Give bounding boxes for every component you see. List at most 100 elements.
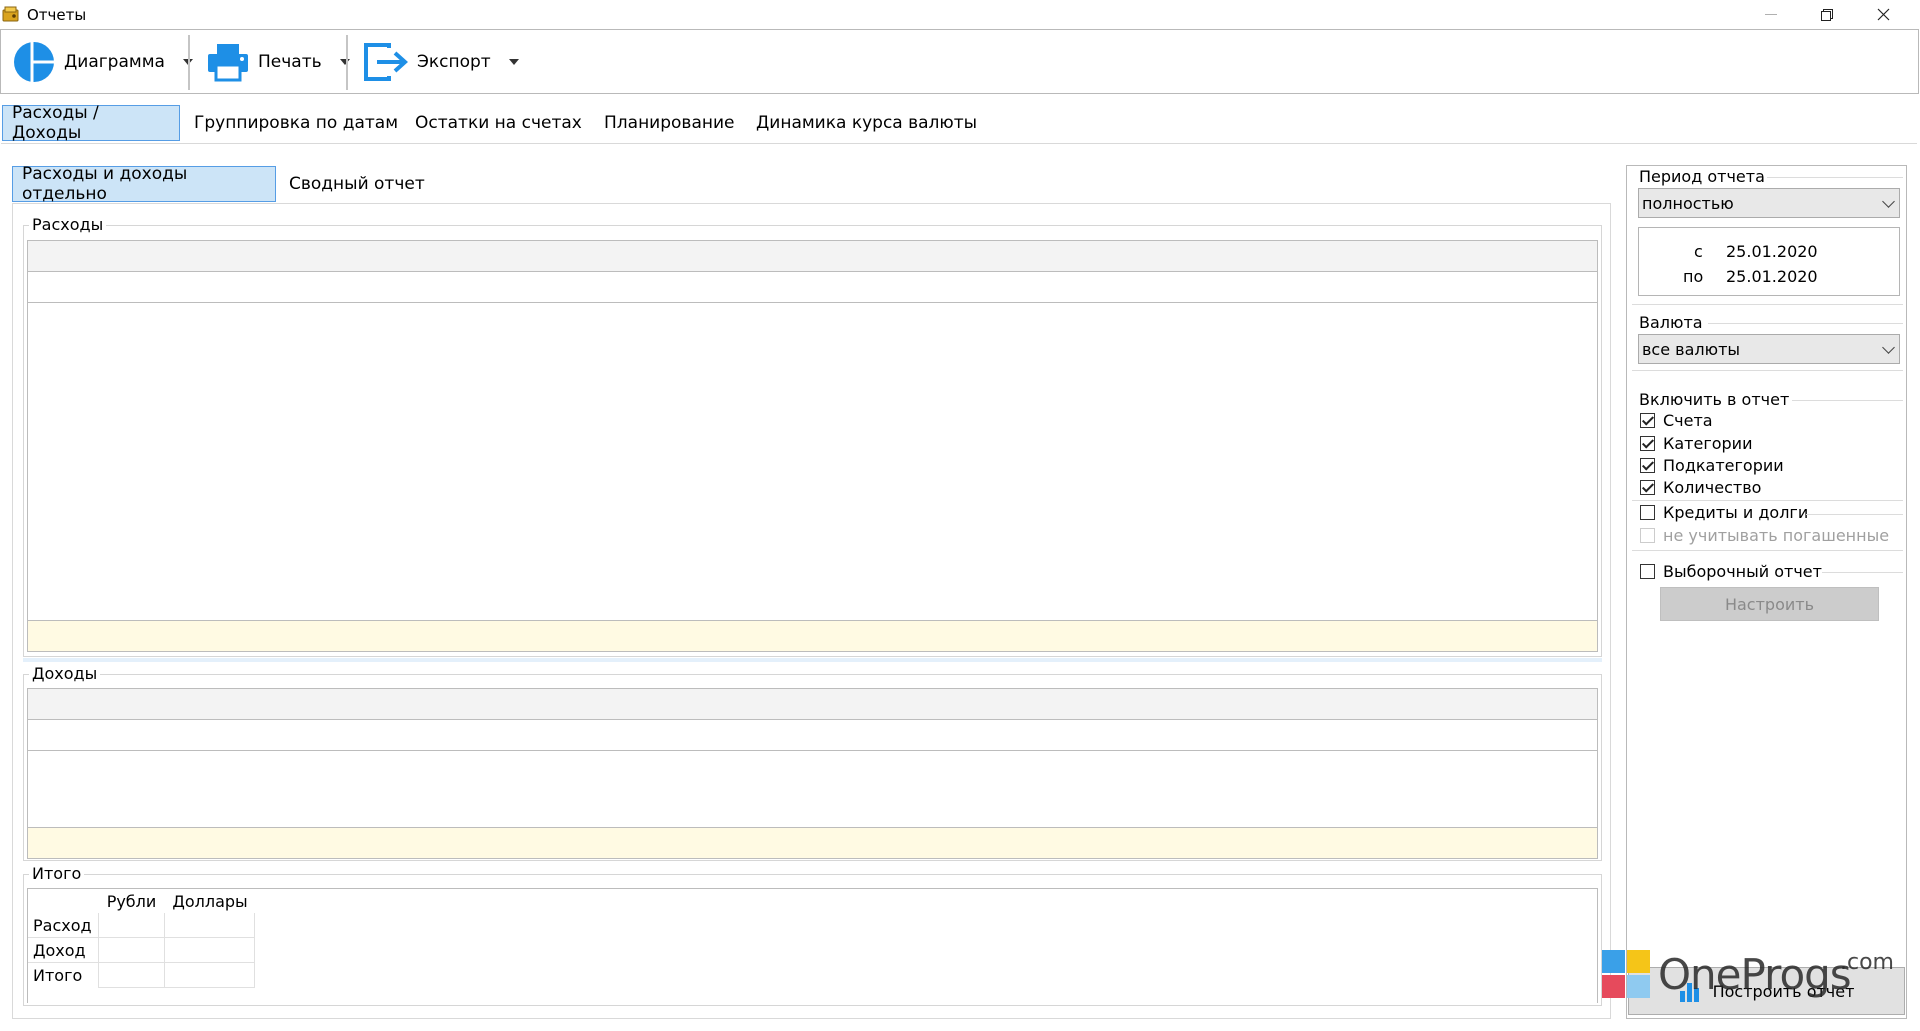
checkbox-label: Количество [1663, 478, 1762, 497]
checkbox-icon [1640, 436, 1655, 451]
expenses-grid-header [27, 240, 1598, 272]
checkbox-categories[interactable]: Категории [1640, 434, 1752, 453]
tab-label: Остатки на счетах [415, 113, 582, 133]
checkbox-subcategories[interactable]: Подкатегории [1640, 456, 1784, 475]
separator [1632, 550, 1903, 551]
totals-col-header: Рубли [106, 891, 157, 911]
expenses-total-row [27, 620, 1598, 652]
app-wallet-icon [2, 6, 19, 22]
toolbar: Диаграмма Печать Экспорт [0, 29, 1919, 94]
date-range-box: с 25.01.2020 по 25.01.2020 [1638, 227, 1900, 296]
checkbox-icon [1640, 480, 1655, 495]
checkbox-icon [1640, 413, 1655, 428]
print-dropdown-arrow-icon[interactable] [339, 59, 350, 65]
expenses-grid-row[interactable] [27, 272, 1598, 303]
income-total-row [27, 827, 1598, 859]
income-group-label: Доходы [29, 664, 101, 683]
totals-cell [165, 913, 255, 938]
chart-button[interactable]: Диаграмма [12, 38, 193, 86]
expenses-group-label: Расходы [29, 215, 107, 234]
export-icon [364, 43, 408, 81]
printer-icon [208, 44, 248, 82]
checkbox-label: не учитывать погашенные [1663, 526, 1890, 545]
configure-button[interactable]: Настроить [1660, 587, 1879, 621]
close-icon [1877, 8, 1889, 21]
checkbox-icon [1640, 528, 1655, 543]
tab-label: Планирование [604, 113, 735, 133]
expenses-grid-body[interactable] [27, 303, 1598, 620]
separator [1708, 323, 1903, 324]
tab-account-balances[interactable]: Остатки на счетах [406, 105, 591, 141]
period-select[interactable]: полностью [1638, 188, 1900, 218]
from-date[interactable]: 25.01.2020 [1726, 242, 1818, 261]
tab-expenses-income[interactable]: Расходы / Доходы [2, 103, 180, 143]
tab-label: Динамика курса валюты [756, 113, 978, 133]
subtab-summary-report[interactable]: Сводный отчет [280, 166, 434, 202]
export-button-label: Экспорт [417, 52, 491, 72]
restore-icon [1821, 8, 1833, 21]
watermark-brand: OneProgs [1658, 950, 1852, 999]
tab-label: Расходы / Доходы [12, 103, 99, 143]
minimize-icon [1765, 13, 1777, 15]
checkbox-label: Выборочный отчет [1663, 562, 1822, 581]
subtab-label: Сводный отчет [289, 174, 425, 194]
oneprogs-logo-icon [1602, 950, 1650, 998]
totals-cell [165, 938, 255, 963]
checkbox-ignore-repaid[interactable]: не учитывать погашенные [1640, 526, 1889, 545]
subtab-label: Расходы и доходы отдельно [22, 164, 188, 204]
to-label: по [1683, 267, 1704, 286]
totals-col-header: Доллары [172, 891, 248, 911]
separator [1632, 500, 1903, 501]
currency-select[interactable]: все валюты [1638, 334, 1900, 364]
totals-table: Рубли Доллары Расход Доход Итого [27, 888, 1598, 1003]
checkbox-accounts[interactable]: Счета [1640, 411, 1713, 430]
totals-group-label: Итого [29, 864, 85, 883]
subtab-separate[interactable]: Расходы и доходы отдельно [12, 164, 276, 204]
splitter[interactable] [23, 658, 1602, 662]
toolbar-separator [188, 35, 190, 90]
checkbox-icon [1640, 458, 1655, 473]
chart-button-label: Диаграмма [64, 52, 165, 72]
watermark-logo: OneProgs .com [1602, 950, 1902, 1002]
toolbar-separator [346, 35, 348, 90]
separator [1767, 177, 1903, 178]
income-grid-body[interactable] [27, 751, 1598, 827]
print-button[interactable]: Печать [206, 38, 350, 86]
separator [1822, 572, 1903, 573]
checkbox-label: Кредиты и долги [1663, 503, 1809, 522]
separator [1792, 400, 1903, 401]
tab-label: Группировка по датам [194, 113, 399, 133]
tab-planning[interactable]: Планирование [595, 105, 743, 141]
separator [1632, 304, 1903, 305]
totals-cell [98, 963, 165, 988]
separator [1632, 370, 1903, 371]
chevron-down-icon [1882, 195, 1895, 208]
totals-cell [98, 913, 165, 938]
from-label: с [1694, 242, 1703, 261]
totals-corner-cell [28, 889, 98, 913]
restore-button[interactable] [1800, 0, 1854, 29]
separator [1806, 514, 1903, 515]
checkbox-icon [1640, 564, 1655, 579]
income-grid-row[interactable] [27, 720, 1598, 751]
period-select-value: полностью [1642, 193, 1734, 213]
watermark-suffix: .com [1840, 950, 1894, 975]
totals-row-header: Доход [28, 938, 98, 963]
totals-cell [98, 938, 165, 963]
totals-row-header: Итого [33, 966, 83, 985]
pie-chart-icon [14, 42, 54, 82]
currency-select-value: все валюты [1642, 339, 1741, 359]
export-button[interactable]: Экспорт [363, 38, 519, 86]
income-grid-header [27, 688, 1598, 720]
currency-label: Валюта [1639, 313, 1703, 332]
checkbox-quantity[interactable]: Количество [1640, 478, 1761, 497]
minimize-button[interactable] [1744, 0, 1798, 29]
tab-currency-rate-dynamics[interactable]: Динамика курса валюты [747, 105, 986, 141]
export-dropdown-arrow-icon[interactable] [508, 59, 519, 65]
close-button[interactable] [1856, 0, 1910, 29]
tab-group-by-dates[interactable]: Группировка по датам [185, 105, 407, 141]
include-label: Включить в отчет [1639, 390, 1790, 409]
checkbox-credits-debts[interactable]: Кредиты и долги [1640, 503, 1808, 522]
to-date[interactable]: 25.01.2020 [1726, 267, 1818, 286]
checkbox-custom-report[interactable]: Выборочный отчет [1640, 562, 1822, 581]
